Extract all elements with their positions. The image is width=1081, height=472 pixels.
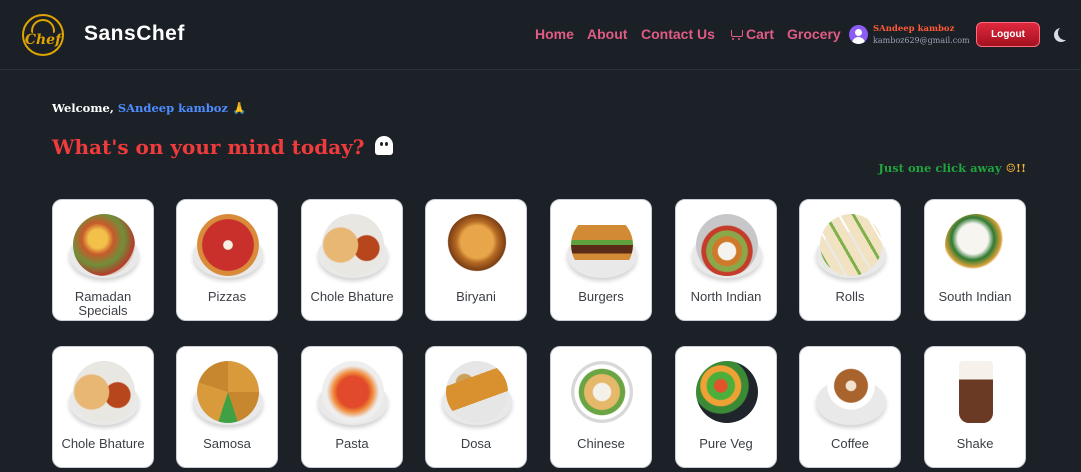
cart-icon	[729, 29, 743, 40]
category-card-shake[interactable]: Shake	[924, 346, 1026, 468]
smile-icon: ☺	[1005, 161, 1016, 175]
nav-cart[interactable]: Cart	[729, 26, 774, 42]
burger-image	[571, 214, 633, 276]
rolls-image	[820, 214, 882, 276]
user-email: kamboz629@gmail.com	[873, 36, 970, 45]
pure-veg-image	[696, 361, 758, 423]
nav-home[interactable]: Home	[535, 26, 574, 42]
north-indian-image	[696, 214, 758, 276]
category-label: South Indian	[938, 289, 1012, 304]
chef-logo-icon[interactable]: Chef	[22, 14, 64, 56]
category-label: Chole Bhature	[61, 436, 145, 451]
category-label: Burgers	[578, 289, 624, 304]
category-card-rolls[interactable]: Rolls	[799, 199, 901, 321]
category-card-chole-bhature[interactable]: Chole Bhature	[301, 199, 403, 321]
pasta-image	[322, 361, 384, 423]
category-label: Rolls	[835, 289, 865, 304]
theme-toggle-button[interactable]	[1052, 26, 1070, 44]
category-label: North Indian	[690, 289, 762, 304]
category-card-dosa[interactable]: Dosa	[425, 346, 527, 468]
category-card-chinese[interactable]: Chinese	[550, 346, 652, 468]
category-card-biryani[interactable]: Biryani	[425, 199, 527, 321]
nav-contact[interactable]: Contact Us	[641, 26, 715, 42]
category-label: Chole Bhature	[310, 289, 394, 304]
category-label: Chinese	[577, 436, 625, 451]
dosa-image	[446, 361, 508, 423]
tagline-text: Just one click away	[878, 161, 1002, 175]
nav-about[interactable]: About	[587, 26, 627, 42]
welcome-message: Welcome, SAndeep kamboz 🙏	[52, 101, 246, 115]
brand-name[interactable]: SansChef	[84, 22, 185, 46]
logout-button[interactable]: Logout	[976, 22, 1040, 47]
category-card-south-indian[interactable]: South Indian	[924, 199, 1026, 321]
shake-image	[959, 361, 993, 423]
category-label: Pizzas	[207, 289, 247, 304]
chole-bhature-image	[73, 361, 135, 423]
pray-icon: 🙏	[231, 101, 247, 115]
ramadan-specials-image	[73, 214, 135, 276]
category-label: Dosa	[460, 436, 492, 451]
headline-text: What's on your mind today?	[52, 135, 365, 159]
category-card-ramadan-specials[interactable]: Ramadan Specials	[52, 199, 154, 321]
category-label: Pasta	[335, 436, 369, 451]
chinese-image	[571, 361, 633, 423]
moon-icon	[1054, 28, 1068, 42]
category-card-north-indian[interactable]: North Indian	[675, 199, 777, 321]
biryani-image	[446, 214, 508, 276]
category-card-coffee[interactable]: Coffee	[799, 346, 901, 468]
category-label: Ramadan Specials	[74, 289, 132, 318]
tagline: Just one click away ☺!!	[878, 161, 1026, 175]
category-label: Pure Veg	[699, 436, 753, 451]
welcome-user-name: SAndeep kamboz	[117, 101, 228, 115]
category-card-pizzas[interactable]: Pizzas	[176, 199, 278, 321]
welcome-prefix: Welcome,	[52, 101, 114, 115]
pizza-image	[197, 214, 259, 276]
category-label: Coffee	[830, 436, 870, 451]
nav-cart-label: Cart	[746, 26, 775, 42]
category-label: Shake	[956, 436, 994, 451]
south-indian-image	[945, 214, 1007, 276]
ghost-icon	[374, 136, 393, 156]
samosa-image	[197, 361, 259, 423]
coffee-image	[820, 361, 882, 423]
category-card-chole-bhature-2[interactable]: Chole Bhature	[52, 346, 154, 468]
tagline-suffix: !!	[1015, 161, 1026, 175]
category-card-burgers[interactable]: Burgers	[550, 199, 652, 321]
chole-bhature-image	[322, 214, 384, 276]
navbar: Chef SansChef Home About Contact Us Cart…	[0, 0, 1081, 70]
page-headline: What's on your mind today?	[52, 135, 393, 159]
category-card-pasta[interactable]: Pasta	[301, 346, 403, 468]
category-label: Samosa	[203, 436, 251, 451]
category-card-samosa[interactable]: Samosa	[176, 346, 278, 468]
category-label: Biryani	[456, 289, 496, 304]
user-name: SAndeep kamboz	[873, 24, 955, 34]
nav-grocery[interactable]: Grocery	[787, 26, 841, 42]
category-card-pure-veg[interactable]: Pure Veg	[675, 346, 777, 468]
user-avatar-icon[interactable]	[849, 25, 868, 44]
